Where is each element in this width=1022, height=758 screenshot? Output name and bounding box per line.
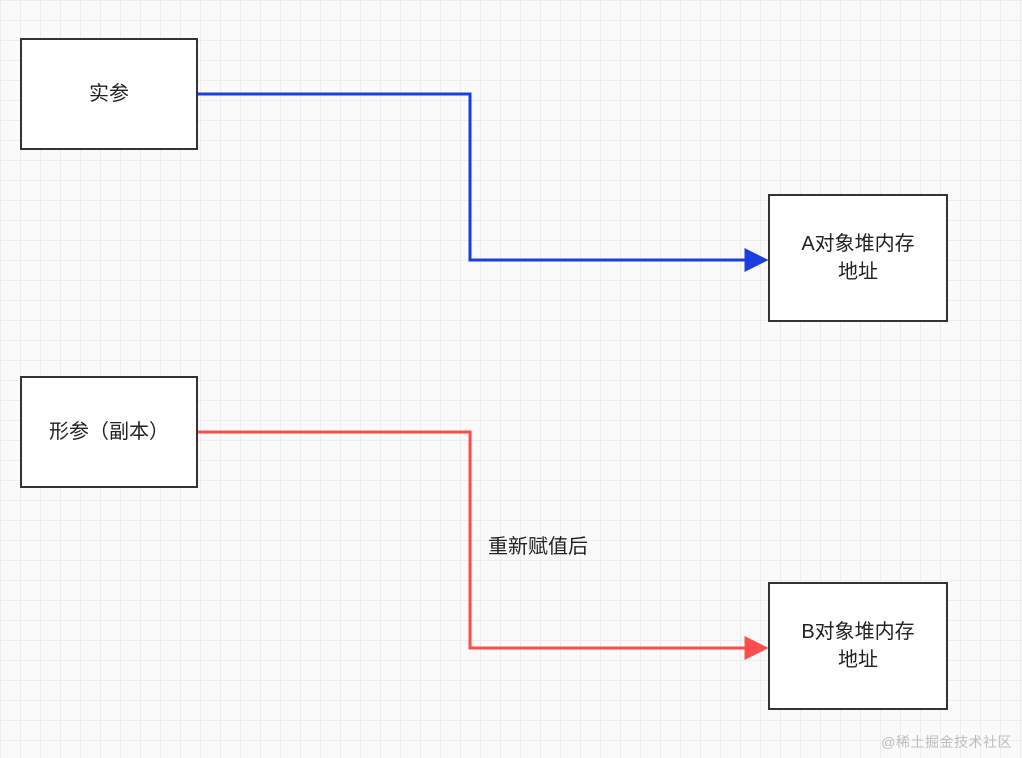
node-actual-argument: 实参 <box>20 38 198 150</box>
node-heap-b-text: B对象堆内存 地址 <box>801 618 914 674</box>
diagram-canvas: 实参 A对象堆内存 地址 形参（副本） B对象堆内存 地址 重新赋值后 @稀土掘… <box>0 0 1022 758</box>
watermark-text: @稀土掘金技术社区 <box>881 732 1012 752</box>
node-actual-argument-label: 实参 <box>89 80 129 108</box>
node-heap-b-line1: B对象堆内存 <box>801 618 914 646</box>
connector-formal-to-heap-b <box>198 432 766 648</box>
connector-actual-to-heap-a <box>198 94 766 260</box>
node-heap-a-text: A对象堆内存 地址 <box>801 230 914 286</box>
node-formal-argument-label: 形参（副本） <box>49 418 169 446</box>
node-heap-b-line2: 地址 <box>801 646 914 674</box>
node-heap-a: A对象堆内存 地址 <box>768 194 948 322</box>
node-formal-argument: 形参（副本） <box>20 376 198 488</box>
node-heap-b: B对象堆内存 地址 <box>768 582 948 710</box>
node-heap-a-line1: A对象堆内存 <box>801 230 914 258</box>
connector-formal-label: 重新赋值后 <box>488 530 588 559</box>
node-heap-a-line2: 地址 <box>801 258 914 286</box>
